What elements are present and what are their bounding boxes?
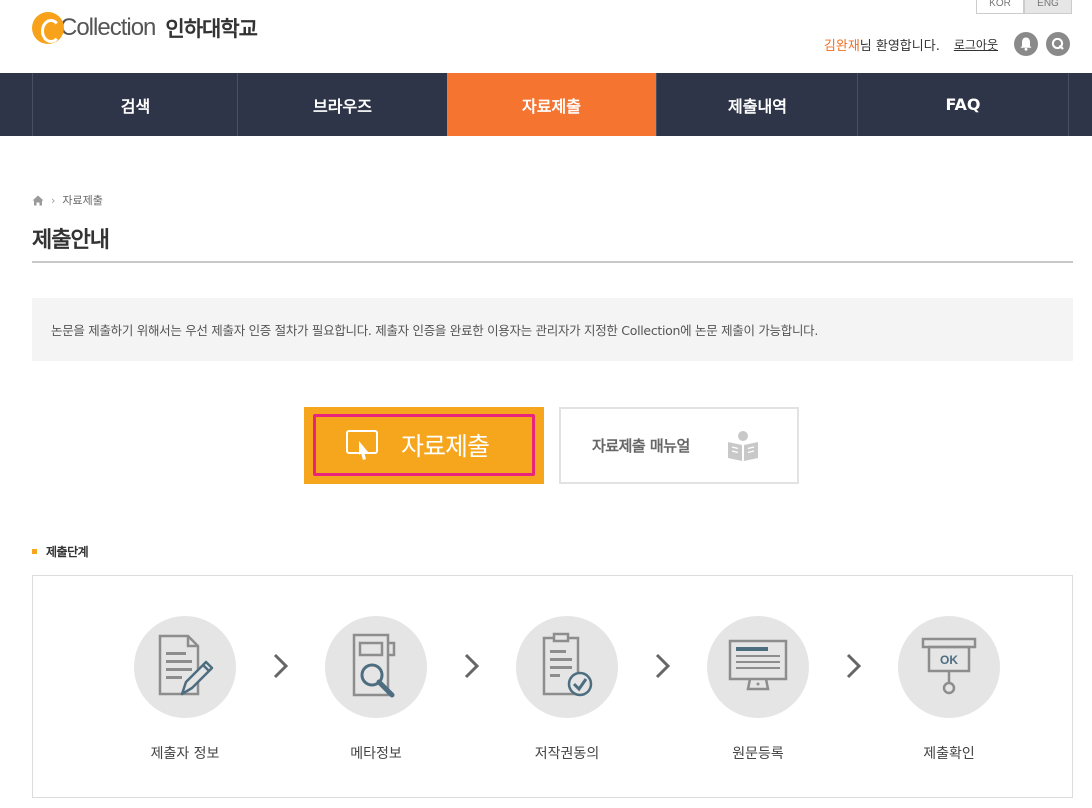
university-name: 인하대학교 [165,17,258,41]
nav-history[interactable]: 제출내역 [656,73,858,136]
chevron-right-icon [655,653,671,679]
step-label: 제출자 정보 [150,746,220,762]
step-label: 메타정보 [350,746,402,762]
highlight-frame: 자료제출 [313,414,535,476]
submission-manual-button[interactable]: 자료제출 매뉴얼 [559,407,799,484]
notice-text: 논문을 제출하기 위해서는 우선 제출자 인증 절차가 필요합니다. 제출자 인… [51,323,819,338]
document-search-icon [325,616,427,718]
main-nav: 검색 브라우즈 자료제출 제출내역 FAQ [0,73,1092,136]
svg-text:OK: OK [940,653,958,667]
logo-text: Collection [60,14,156,41]
logo-mark-icon [32,12,64,44]
submit-material-button[interactable]: 자료제출 [304,407,544,484]
steps-title: 제출단계 [46,545,89,559]
nav-submit[interactable]: 자료제출 [447,73,656,136]
step-label: 제출확인 [923,746,975,762]
nav-faq[interactable]: FAQ [857,73,1069,136]
step-metadata: 메타정보 [296,616,456,763]
nav-search[interactable]: 검색 [32,73,238,136]
lang-kor-button[interactable]: KOR [976,0,1024,14]
step-label: 저작권동의 [534,746,600,762]
steps-heading: 제출단계 [32,543,89,560]
monitor-icon [707,616,809,718]
nav-browse[interactable]: 브라우즈 [237,73,447,136]
logout-link[interactable]: 로그아웃 [954,36,998,53]
page-title: 제출안내 [32,228,110,253]
lang-eng-button[interactable]: ENG [1024,0,1072,14]
home-icon[interactable] [32,195,44,206]
step-upload: 원문등록 [678,616,838,763]
step-label: 원문등록 [732,746,784,762]
ok-sign-icon: OK [898,616,1000,718]
step-confirm: OK 제출확인 [869,616,1029,763]
title-divider [32,261,1073,263]
q-icon[interactable] [1046,32,1070,56]
bell-icon[interactable] [1014,32,1038,56]
document-pen-icon [134,616,236,718]
bullet-square [32,549,37,554]
reading-book-icon [727,430,758,461]
chevron-right-icon [273,653,289,679]
chevron-right-icon [464,653,480,679]
notice-box: 논문을 제출하기 위해서는 우선 제출자 인증 절차가 필요합니다. 제출자 인… [32,298,1073,361]
welcome-text: 님 환영합니다. [859,38,940,54]
touch-screen-icon [346,430,378,460]
steps-panel: 제출자 정보 메타정보 저작권동의 원문등록 OK 제출확인 [32,575,1073,798]
breadcrumb: › 자료제출 [32,192,103,208]
chevron-right-icon: › [51,193,56,207]
user-name: 김완재 [823,38,860,54]
language-switcher: KOR ENG [976,0,1072,14]
manual-button-label: 자료제출 매뉴얼 [592,437,690,455]
site-logo[interactable]: Collection 인하대학교 [32,12,258,44]
breadcrumb-current: 자료제출 [62,194,103,207]
user-area: 김완재 님 환영합니다. 로그아웃 [824,32,1070,56]
document-check-icon [516,616,618,718]
step-copyright: 저작권동의 [487,616,647,763]
step-submitter-info: 제출자 정보 [105,616,265,763]
submit-button-label: 자료제출 [401,432,490,461]
chevron-right-icon [846,653,862,679]
